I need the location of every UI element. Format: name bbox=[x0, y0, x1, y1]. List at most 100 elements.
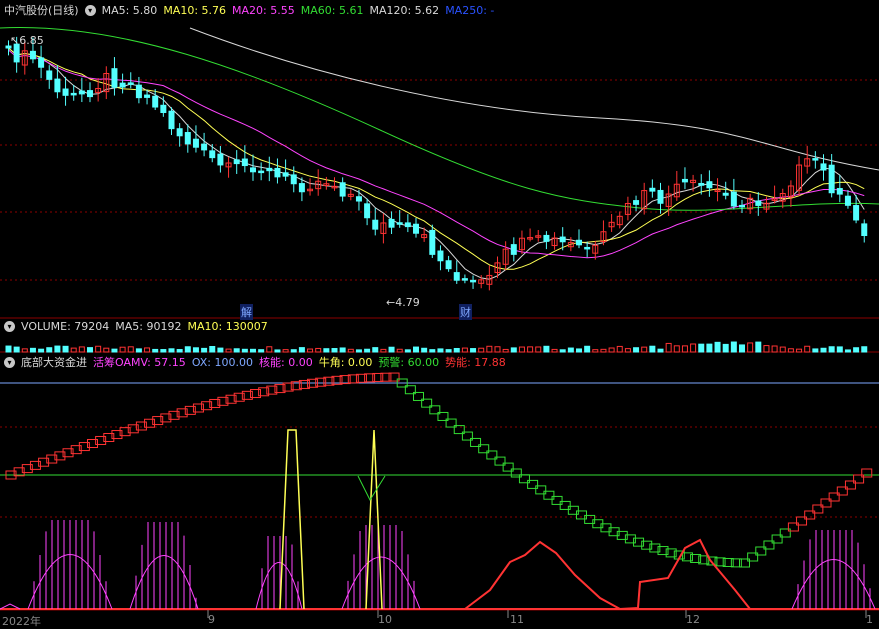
candle-body bbox=[258, 170, 265, 174]
candle-body bbox=[576, 239, 582, 246]
chevron-down-icon[interactable]: ▾ bbox=[4, 320, 15, 332]
volume-bar bbox=[364, 348, 371, 353]
candle-body bbox=[339, 182, 346, 197]
candle-body bbox=[413, 223, 419, 234]
candle-body bbox=[853, 205, 860, 221]
candle-body bbox=[388, 218, 395, 228]
chart-canvas[interactable] bbox=[0, 0, 879, 625]
indicator-hn: 核能: 0.00 bbox=[259, 356, 313, 369]
chevron-down-icon[interactable]: ▾ bbox=[4, 356, 15, 368]
indicator-sn: 势能: 17.88 bbox=[445, 356, 506, 369]
ma60-value: MA60: 5.61 bbox=[300, 3, 364, 17]
high-price-label: ↖6.85 bbox=[10, 34, 44, 47]
candle-body bbox=[828, 164, 835, 194]
candle-body bbox=[404, 222, 411, 228]
indicator-plot bbox=[0, 372, 879, 611]
candle-body bbox=[266, 167, 273, 172]
ma120-line bbox=[189, 27, 879, 171]
candle-body bbox=[722, 192, 729, 196]
volume-bar bbox=[510, 347, 517, 353]
volume-bar bbox=[372, 347, 379, 353]
ma250-value: MA250: - bbox=[445, 3, 495, 17]
candlesticks bbox=[5, 36, 868, 291]
volume-bar bbox=[250, 348, 256, 353]
chevron-down-icon[interactable]: ▾ bbox=[84, 4, 96, 16]
axis-label-12: 12 bbox=[686, 613, 700, 626]
indicator-nj: 牛角: 0.00 bbox=[318, 356, 373, 369]
candle-body bbox=[364, 203, 371, 219]
volume-bar bbox=[535, 346, 542, 353]
volume-bar bbox=[274, 349, 281, 353]
volume-bar bbox=[421, 347, 428, 353]
time-axis bbox=[207, 610, 867, 618]
volume-bar bbox=[559, 349, 566, 353]
candle-body bbox=[445, 260, 452, 270]
candle-body bbox=[87, 90, 93, 98]
candle-body bbox=[706, 181, 713, 189]
candle-body bbox=[396, 222, 403, 225]
volume-bar bbox=[355, 349, 362, 353]
volume-bar bbox=[763, 345, 770, 353]
candle-body bbox=[192, 138, 199, 148]
candle-body bbox=[681, 178, 688, 183]
oamv-outline bbox=[129, 555, 199, 610]
candle-body bbox=[437, 250, 444, 262]
candle-body bbox=[119, 82, 126, 88]
volume-bar bbox=[266, 346, 273, 353]
volume-bar bbox=[624, 348, 631, 353]
event-marker-cai[interactable]: 财 bbox=[459, 304, 472, 320]
candle-body bbox=[184, 132, 191, 145]
candle-body bbox=[470, 279, 477, 283]
candle-body bbox=[649, 187, 656, 192]
candle-body bbox=[38, 57, 45, 68]
indicator-name[interactable]: 底部大资金进 bbox=[21, 354, 87, 370]
volume-bar bbox=[844, 349, 851, 353]
volume-bar bbox=[323, 348, 330, 353]
axis-label-9: 9 bbox=[208, 613, 215, 626]
indicator-oamv: 活筹OAMV: 57.15 bbox=[93, 356, 186, 369]
candle-body bbox=[372, 219, 379, 230]
volume-bar bbox=[46, 347, 53, 353]
candle-body bbox=[70, 92, 77, 96]
stock-name[interactable]: 中汽股份 bbox=[4, 2, 48, 18]
moving-average-lines bbox=[0, 27, 879, 280]
volume-header: ▾ VOLUME: 79204 MA5: 90192 MA10: 130007 bbox=[4, 319, 268, 333]
ma5-value: MA5: 5.80 bbox=[101, 3, 158, 17]
candle-body bbox=[739, 204, 745, 208]
candle-body bbox=[844, 195, 851, 206]
stock-chart-window: 中汽股份 (日线) ▾ MA5: 5.80 MA10: 5.76 MA20: 5.… bbox=[0, 0, 879, 628]
candle-body bbox=[812, 158, 819, 161]
candle-body bbox=[168, 110, 175, 130]
candle-body bbox=[54, 78, 61, 93]
ma120-value: MA120: 5.62 bbox=[369, 3, 440, 17]
volume-bar bbox=[160, 349, 167, 353]
volume-bar bbox=[518, 346, 525, 353]
volume-bar bbox=[461, 347, 468, 353]
candle-body bbox=[201, 143, 208, 151]
volume-bar bbox=[494, 346, 501, 353]
candle-body bbox=[453, 272, 460, 281]
candle-body bbox=[135, 84, 142, 99]
volume-bar bbox=[119, 346, 126, 353]
candle-body bbox=[657, 189, 664, 204]
volume-bar bbox=[437, 348, 444, 353]
ma20-value: MA20: 5.55 bbox=[232, 3, 295, 17]
volume-bar bbox=[641, 346, 648, 353]
volume-bar bbox=[13, 346, 20, 353]
event-marker-jie[interactable]: 解 bbox=[240, 304, 253, 320]
volume-bar bbox=[486, 345, 493, 353]
volume-bar bbox=[836, 346, 843, 353]
candle-body bbox=[241, 158, 248, 167]
volume-bar bbox=[70, 347, 77, 353]
candle-body bbox=[282, 172, 289, 177]
candle-body bbox=[29, 50, 36, 60]
low-price-label: ←4.79 bbox=[386, 296, 420, 309]
ma60-line bbox=[0, 27, 879, 211]
volume-bar bbox=[853, 347, 860, 353]
candle-body bbox=[290, 174, 297, 185]
axis-label-11: 11 bbox=[510, 613, 524, 626]
volume-bar bbox=[445, 349, 452, 353]
candle-body bbox=[274, 167, 281, 178]
axis-label-2022: 2022年 bbox=[2, 615, 41, 628]
candle-body bbox=[543, 234, 550, 242]
